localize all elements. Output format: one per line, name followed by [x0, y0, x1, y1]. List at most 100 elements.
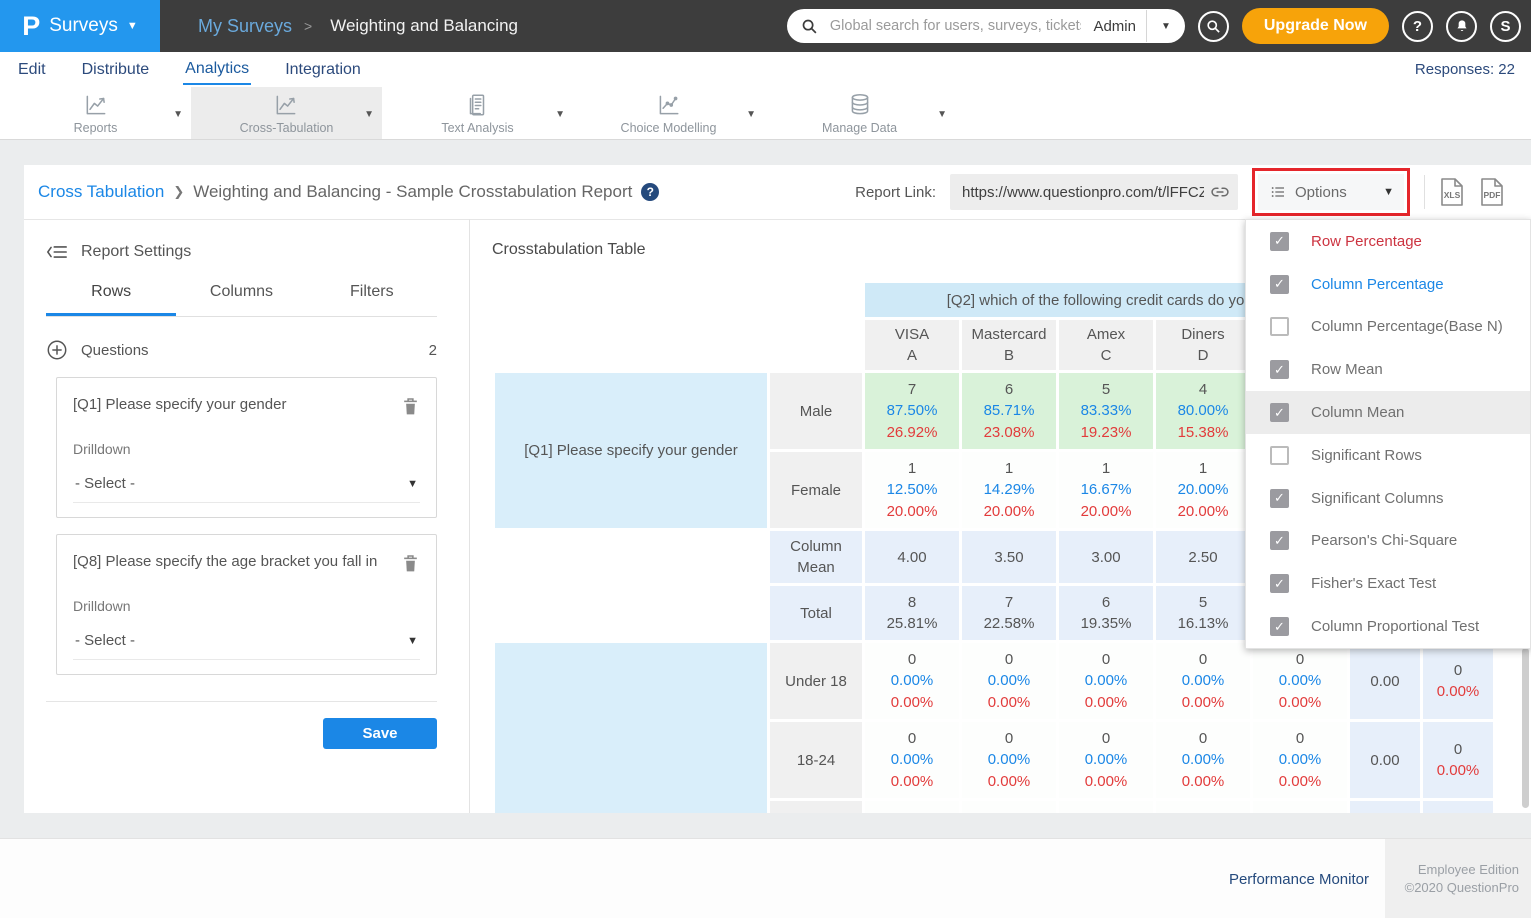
user-avatar[interactable]: S: [1490, 11, 1521, 42]
menu-item-fishers-exact-test[interactable]: Fisher's Exact Test: [1246, 562, 1530, 605]
checkbox[interactable]: [1270, 403, 1289, 422]
menu-item-significant-columns[interactable]: Significant Columns: [1246, 477, 1530, 520]
help-icon[interactable]: ?: [641, 183, 659, 201]
toolbar-item-manage-data[interactable]: Manage Data ▼: [764, 87, 955, 139]
chevron-down-icon[interactable]: ▼: [746, 109, 756, 120]
menu-item-significant-rows[interactable]: Significant Rows: [1246, 434, 1530, 477]
chevron-down-icon[interactable]: ▼: [1157, 21, 1175, 32]
menu-item-label: Fisher's Exact Test: [1311, 575, 1436, 592]
tab-analytics[interactable]: Analytics: [183, 54, 251, 85]
toolbar-item-label: Cross-Tabulation: [240, 121, 334, 135]
tab-edit[interactable]: Edit: [16, 55, 48, 84]
link-icon[interactable]: [1210, 182, 1230, 202]
report-header: Cross Tabulation ❯ Weighting and Balanci…: [24, 165, 1531, 220]
panel-title: Report Settings: [81, 243, 191, 261]
checkbox[interactable]: [1270, 446, 1289, 465]
menu-item-label: Column Mean: [1311, 404, 1404, 421]
crosstab-cell: 722.58%: [962, 586, 1056, 640]
tab-distribute[interactable]: Distribute: [80, 55, 152, 84]
toolbar-item-choice-modelling[interactable]: Choice Modelling ▼: [573, 87, 764, 139]
product-name: Surveys: [49, 15, 118, 37]
cross-tabulation-link[interactable]: Cross Tabulation: [38, 182, 164, 202]
copyright-label: ©2020 QuestionPro: [1405, 880, 1519, 895]
drilldown-label: Drilldown: [73, 441, 420, 457]
upgrade-now-button[interactable]: Upgrade Now: [1242, 8, 1389, 44]
checkbox[interactable]: [1270, 317, 1289, 336]
menu-item-column-percentage[interactable]: Column Percentage: [1246, 263, 1530, 306]
crosstab-cell: 112.50%20.00%: [865, 452, 959, 528]
q8-row-group-header: [495, 643, 767, 813]
menu-item-label: Column Percentage(Base N): [1311, 318, 1503, 335]
crosstab-cell: 116.67%20.00%: [1059, 452, 1153, 528]
total-cell: 00.00%: [1423, 643, 1493, 719]
checkbox[interactable]: [1270, 617, 1289, 636]
crosstab-cell: 825.81%: [865, 586, 959, 640]
delete-icon[interactable]: [401, 553, 420, 574]
chevron-down-icon[interactable]: ▼: [173, 109, 183, 120]
checkbox[interactable]: [1270, 574, 1289, 593]
checkbox[interactable]: [1270, 489, 1289, 508]
menu-item-row-mean[interactable]: Row Mean: [1246, 348, 1530, 391]
crosstab-cell: 00.00%0.00%: [1156, 722, 1250, 798]
crosstab-cell: 00.00%0.00%: [962, 722, 1056, 798]
performance-monitor-link[interactable]: Performance Monitor: [1229, 871, 1369, 888]
help-button[interactable]: ?: [1402, 11, 1433, 42]
checkbox[interactable]: [1270, 360, 1289, 379]
checkbox[interactable]: [1270, 232, 1289, 251]
bell-icon: [1454, 18, 1470, 34]
tab-filters[interactable]: Filters: [307, 283, 437, 316]
search-scope[interactable]: Admin: [1093, 18, 1136, 35]
add-question-icon[interactable]: [46, 339, 68, 361]
global-search[interactable]: Admin ▼: [787, 9, 1185, 43]
tab-integration[interactable]: Integration: [283, 55, 363, 84]
delete-icon[interactable]: [401, 396, 420, 417]
tab-rows[interactable]: Rows: [46, 283, 176, 316]
checkbox[interactable]: [1270, 531, 1289, 550]
menu-item-pearsons-chi-square[interactable]: Pearson's Chi-Square: [1246, 520, 1530, 563]
menu-item-label: Column Percentage: [1311, 276, 1444, 293]
crosstab-cell: 480.00%15.38%: [1156, 373, 1250, 449]
options-label: Options: [1295, 184, 1374, 201]
scrollbar-thumb[interactable]: [1522, 648, 1529, 808]
global-search-input[interactable]: [828, 17, 1084, 35]
notifications-button[interactable]: [1446, 11, 1477, 42]
row-header: Under 18: [770, 643, 862, 719]
divider: [1424, 175, 1425, 209]
export-xls-button[interactable]: XLS: [1439, 177, 1465, 207]
checkbox[interactable]: [1270, 275, 1289, 294]
chevron-down-icon[interactable]: ▼: [555, 109, 565, 120]
toolbar-item-reports[interactable]: Reports ▼: [0, 87, 191, 139]
toolbar-item-cross-tabulation[interactable]: Cross-Tabulation ▼: [191, 87, 382, 139]
crosstab-cell: 00.00%0.00%: [962, 643, 1056, 719]
drilldown-select[interactable]: - Select - ▼: [73, 618, 420, 660]
menu-item-label: Significant Columns: [1311, 490, 1444, 507]
crosstab-cell: 00.00%0.00%: [865, 643, 959, 719]
export-pdf-button[interactable]: PDF: [1479, 177, 1505, 207]
drilldown-select[interactable]: - Select - ▼: [73, 461, 420, 503]
menu-item-column-proportional-test[interactable]: Column Proportional Test: [1246, 605, 1530, 648]
survey-nav: Edit Distribute Analytics Integration Re…: [0, 52, 1531, 88]
report-url[interactable]: https://www.questionpro.com/t/lFFCZg: [962, 184, 1204, 201]
toolbar-item-label: Manage Data: [822, 121, 897, 135]
product-switcher[interactable]: P Surveys ▼: [0, 0, 160, 52]
search-button[interactable]: [1198, 11, 1229, 42]
menu-item-column-mean[interactable]: Column Mean: [1246, 391, 1530, 434]
chevron-down-icon[interactable]: ▼: [937, 109, 947, 120]
report-url-field[interactable]: https://www.questionpro.com/t/lFFCZg: [950, 174, 1238, 210]
tab-columns[interactable]: Columns: [176, 283, 306, 316]
save-button[interactable]: Save: [323, 718, 437, 749]
menu-item-row-percentage[interactable]: Row Percentage: [1246, 220, 1530, 263]
toolbar-item-text-analysis[interactable]: Text Analysis ▼: [382, 87, 573, 139]
crosstab-cell: 00.00%0.00%: [865, 722, 959, 798]
options-button[interactable]: Options ▼: [1258, 174, 1404, 210]
crosstab-cell: 583.33%19.23%: [1059, 373, 1153, 449]
breadcrumb-my-surveys[interactable]: My Surveys: [198, 16, 292, 37]
chevron-down-icon[interactable]: ▼: [364, 109, 374, 120]
scatter-chart-icon: [655, 92, 681, 118]
collapse-panel-icon[interactable]: [46, 243, 68, 261]
settings-tabs: Rows Columns Filters: [46, 283, 437, 317]
row-header: 18-24: [770, 722, 862, 798]
menu-item-column-percentage-base-n[interactable]: Column Percentage(Base N): [1246, 306, 1530, 349]
crosstab-cell: 2.50: [1156, 531, 1250, 583]
crosstab-cell: 00.00%0.00%: [1059, 722, 1153, 798]
